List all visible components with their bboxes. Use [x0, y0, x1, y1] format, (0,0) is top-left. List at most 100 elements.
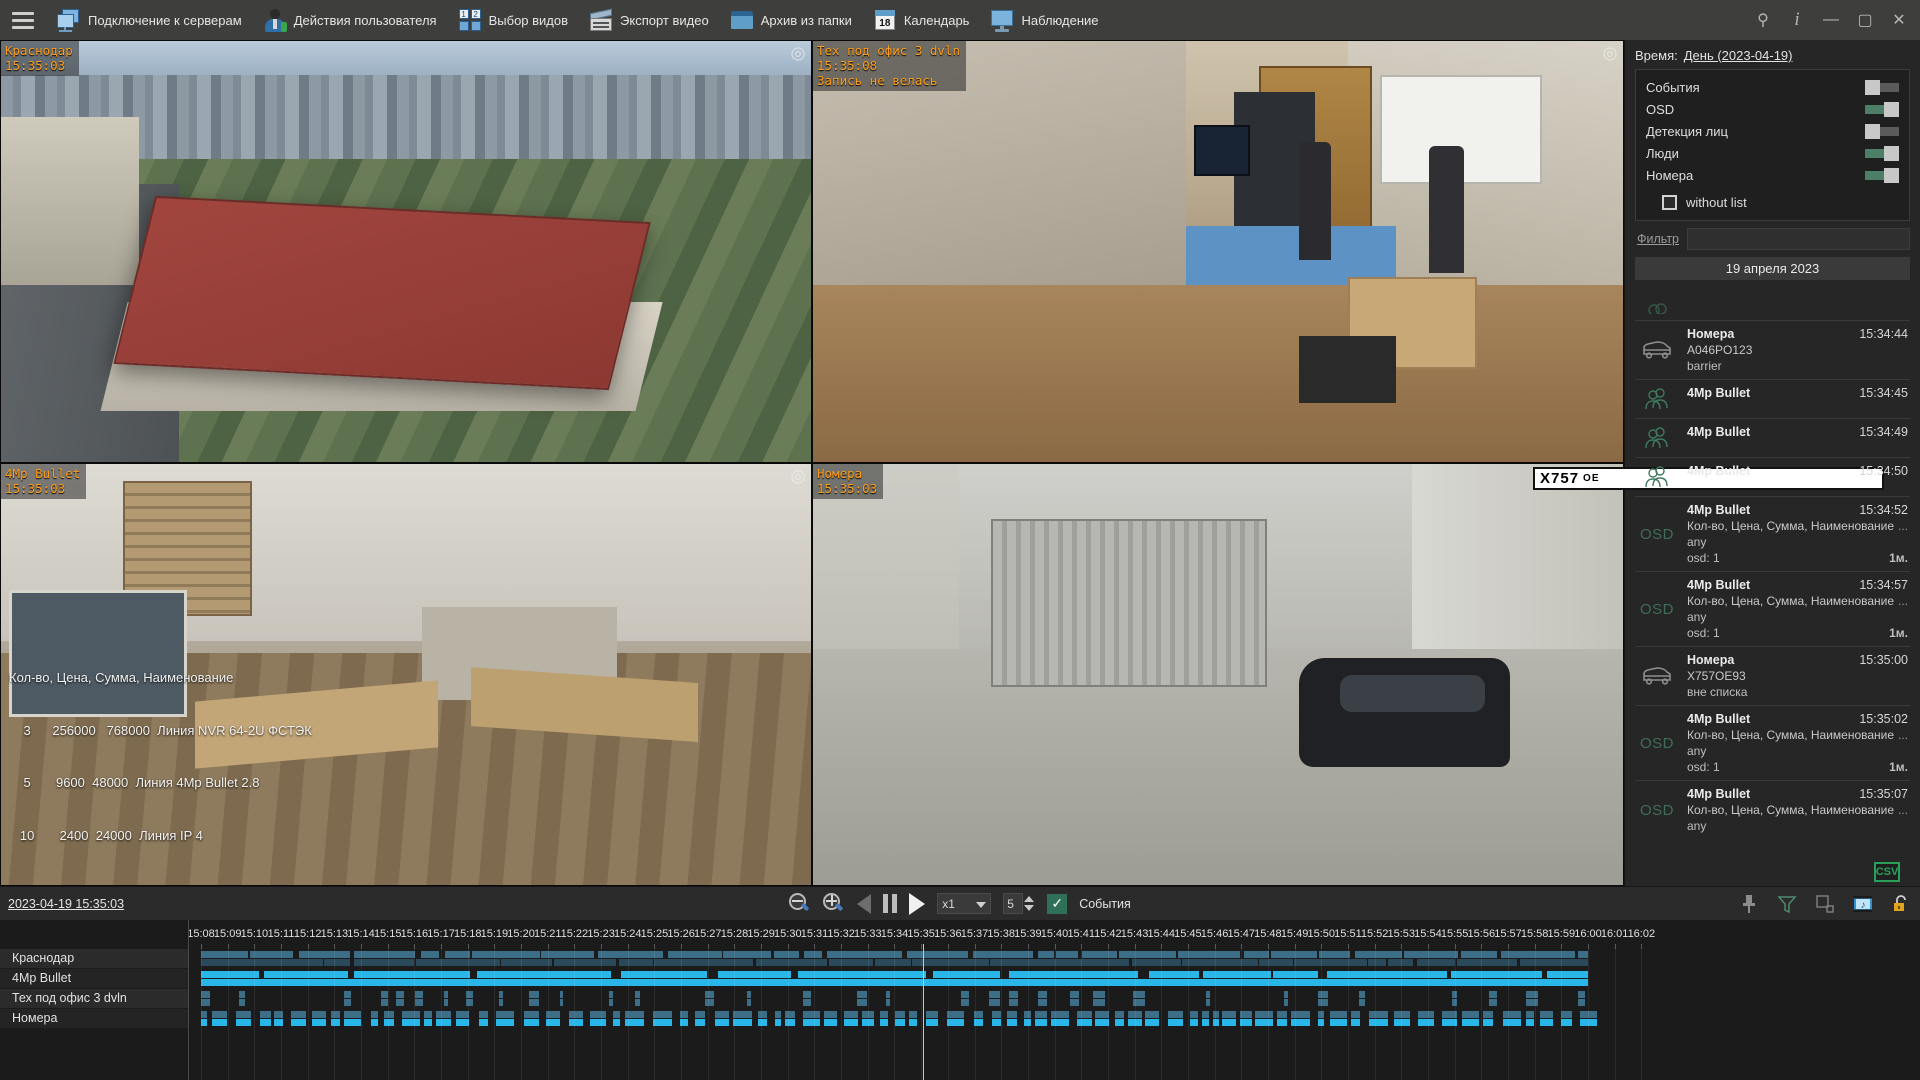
video-cell-nomera[interactable]: Номера 15:35:03 — [812, 463, 1624, 886]
toggle-people[interactable] — [1865, 145, 1899, 161]
timeline-segment — [746, 999, 751, 1006]
timeline-tick-label: 15:24 — [614, 928, 642, 940]
toggle-osd[interactable] — [1865, 101, 1899, 117]
timeline-segment — [436, 1019, 451, 1026]
filter-icon[interactable] — [1776, 893, 1798, 915]
timeline[interactable]: Краснодар 4Mp Bullet Тех под офис 3 dvln… — [0, 920, 1920, 1080]
minimize-button[interactable]: — — [1814, 0, 1848, 40]
timeline-gridline — [787, 949, 789, 1080]
close-button[interactable]: ✕ — [1882, 0, 1916, 40]
event-detail-2: any — [1687, 535, 1707, 549]
events-list[interactable]: Номера 15:34:44 A046PO123 barrier 4Mp Bu… — [1635, 286, 1910, 886]
pin-icon[interactable]: ⚲ — [1746, 0, 1780, 40]
video-cell-krasnodar[interactable]: Краснодар 15:35:03 — [0, 40, 812, 463]
timeline-gridline — [414, 949, 416, 1080]
views-icon: 12 — [457, 7, 483, 33]
toolbar-button-connect-servers[interactable]: Подключение к серверам — [46, 0, 252, 40]
toolbar-button-user-actions[interactable]: Действия пользователя — [252, 0, 447, 40]
timeline-segment — [988, 991, 1000, 998]
timeline-segment — [973, 951, 1034, 958]
pin-icon[interactable] — [1738, 893, 1760, 915]
timeline-gridline — [1561, 949, 1563, 1080]
timeline-segment — [402, 1019, 420, 1026]
timeline-tracks[interactable]: 15:08 15:09 15:10 15:11 15:12 15:13 15:14 15:15… — [188, 920, 1920, 1080]
hamburger-icon[interactable] — [0, 0, 46, 40]
timeline-segment — [1254, 1019, 1273, 1026]
video-cell-tech-office[interactable]: Тех под офис 3 dvln 15:35:08 Запись не вел… — [812, 40, 1624, 463]
timeline-segment — [714, 1011, 729, 1018]
event-item[interactable]: 4Mp Bullet 15:34:49 — [1635, 418, 1910, 457]
event-item[interactable]: Номера 15:34:44 A046PO123 barrier — [1635, 320, 1910, 379]
event-item[interactable]: OSD 4Mp Bullet 15:34:52 Кол-во, Цена, Су… — [1635, 496, 1910, 571]
timeline-tick-label: 15:58 — [1520, 928, 1549, 940]
timeline-segment — [201, 951, 248, 958]
timeline-row-label[interactable]: Краснодар — [0, 949, 188, 968]
toggle-events[interactable] — [1865, 79, 1899, 95]
timeline-tick-label: 15:30 — [774, 928, 802, 940]
event-item[interactable] — [1635, 286, 1910, 320]
timeline-segment — [1539, 1011, 1554, 1018]
event-item[interactable]: Номера 15:35:00 X757OE93 вне списка — [1635, 646, 1910, 705]
playback-speed-select[interactable]: x1 — [937, 893, 992, 914]
toolbar-label: Действия пользователя — [293, 12, 437, 28]
stepper-down-icon[interactable] — [1024, 905, 1035, 911]
csv-export-icon[interactable]: CSV — [1874, 862, 1900, 882]
filter-input[interactable] — [1687, 228, 1910, 250]
gear-icon[interactable] — [789, 45, 807, 63]
toolbar-button-surveillance[interactable]: Наблюдение — [979, 0, 1108, 40]
filter-link[interactable]: Фильтр — [1637, 232, 1679, 246]
timeline-segment — [992, 1019, 1001, 1026]
film-icon[interactable]: ♪ — [1852, 893, 1874, 915]
timeline-segment — [478, 1019, 488, 1026]
timeline-row-label[interactable]: 4Mp Bullet — [0, 969, 188, 988]
video-cell-4mp-bullet[interactable]: 4Mp Bullet 15:35:03 Кол-во, Цена, Сумма, … — [0, 463, 812, 886]
timeline-segment — [1330, 1019, 1348, 1026]
timeline-gridline — [1587, 949, 1589, 1080]
zoom-out-icon[interactable] — [789, 892, 811, 915]
toggle-face-detection[interactable] — [1865, 123, 1899, 139]
playback-datetime[interactable]: 2023-04-19 15:35:03 — [8, 897, 124, 911]
timeline-gridline — [894, 949, 896, 1080]
without-list-row: without list — [1646, 195, 1899, 210]
pause-button[interactable] — [883, 894, 898, 913]
stepper-up-icon[interactable] — [1024, 896, 1035, 902]
timeline-row-label[interactable]: Тех под офис 3 dvln — [0, 989, 188, 1008]
without-list-checkbox[interactable] — [1662, 195, 1677, 210]
event-item[interactable]: OSD 4Mp Bullet 15:35:02 Кол-во, Цена, Су… — [1635, 705, 1910, 780]
play-button[interactable] — [909, 892, 926, 915]
people-icon — [1635, 386, 1679, 412]
toolbar-button-select-views[interactable]: 12 Выбор видов — [447, 0, 578, 40]
timeline-segment — [1482, 1011, 1494, 1018]
event-item[interactable]: 4Mp Bullet 15:34:50 — [1635, 457, 1910, 496]
timeline-tick-label: 15:12 — [293, 928, 322, 940]
toolbar-button-archive-folder[interactable]: Архив из папки — [719, 0, 862, 40]
timeline-segment — [704, 999, 714, 1006]
event-item[interactable]: 4Mp Bullet 15:34:45 — [1635, 379, 1910, 418]
timeline-playhead[interactable] — [922, 944, 924, 1080]
timeline-segment — [498, 991, 504, 998]
event-item[interactable]: OSD 4Mp Bullet 15:35:07 Кол-во, Цена, Су… — [1635, 780, 1910, 839]
toolbar-button-calendar[interactable]: 18 Календарь — [862, 0, 980, 40]
time-value-link[interactable]: День (2023-04-19) — [1684, 48, 1793, 63]
timeline-segment — [1034, 1019, 1047, 1026]
timeline-gridline — [334, 949, 336, 1080]
timeline-segment — [259, 1011, 272, 1018]
timeline-segment — [879, 1011, 888, 1018]
toggle-plates[interactable] — [1865, 167, 1899, 183]
timeline-ruler[interactable]: 15:08 15:09 15:10 15:11 15:12 15:13 15:14 15:15… — [189, 920, 1920, 949]
info-icon[interactable]: i — [1780, 0, 1814, 40]
step-back-button[interactable] — [857, 893, 872, 914]
gear-icon[interactable] — [789, 468, 807, 486]
toolbar-button-export-video[interactable]: Экспорт видео — [578, 0, 719, 40]
maximize-button[interactable]: ▢ — [1848, 0, 1882, 40]
timeline-tick-label: 15:14 — [347, 928, 375, 940]
event-item[interactable]: OSD 4Mp Bullet 15:34:57 Кол-во, Цена, Су… — [1635, 571, 1910, 646]
step-stepper[interactable]: 5 — [1003, 893, 1036, 914]
timeline-row-label[interactable]: Номера — [0, 1009, 188, 1028]
gear-icon[interactable] — [1601, 45, 1619, 63]
events-checkbox[interactable]: ✓ — [1047, 893, 1068, 914]
layout-icon[interactable] — [1814, 893, 1836, 915]
zoom-in-icon[interactable] — [823, 892, 845, 915]
timeline-segment — [1049, 959, 1130, 966]
lock-icon[interactable] — [1890, 893, 1912, 915]
